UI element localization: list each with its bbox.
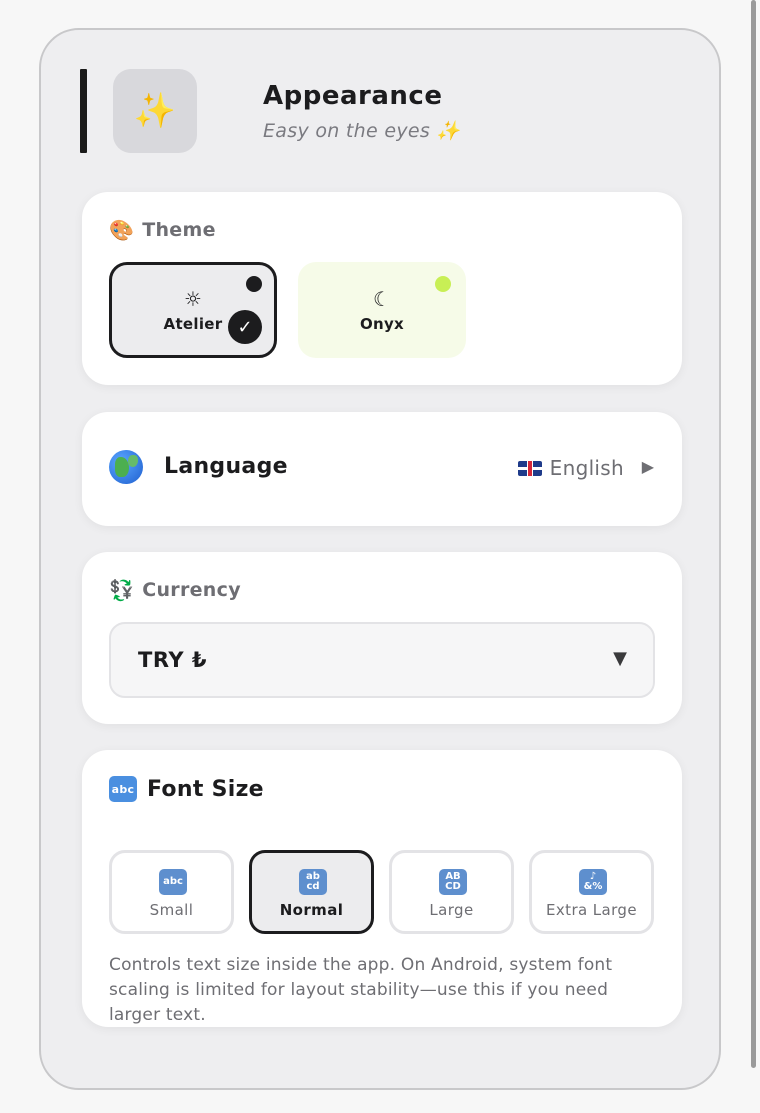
uk-flag-icon	[517, 460, 542, 476]
sparkles-icon: ✨	[113, 69, 197, 153]
theme-option-atelier[interactable]: ☼ Atelier ✓	[109, 262, 277, 358]
abc-icon: abc	[159, 869, 187, 895]
theme-name: Onyx	[359, 315, 405, 333]
currency-exchange-icon: 💱	[109, 578, 135, 602]
section-header: ✨ Appearance Easy on the eyes ✨	[80, 69, 680, 159]
symbols-icon: ♪ &%	[579, 869, 607, 895]
page-title: Appearance	[263, 81, 443, 111]
font-size-option-normal[interactable]: ab cd Normal	[249, 850, 374, 934]
font-size-option-extra-large[interactable]: ♪ &% Extra Large	[529, 850, 654, 934]
theme-label-text: Theme	[142, 219, 216, 241]
checkmark-icon: ✓	[228, 310, 262, 344]
font-size-option-label: Extra Large	[546, 901, 637, 919]
currency-card: 💱 Currency TRY ₺ ▼	[82, 552, 682, 724]
font-size-label: abc Font Size	[109, 776, 264, 802]
language-row[interactable]: Language English ▶	[82, 412, 682, 526]
palette-icon: 🎨	[109, 218, 135, 242]
language-value-text: English	[549, 456, 624, 480]
chevron-down-icon: ▼	[613, 648, 627, 669]
currency-select[interactable]: TRY ₺ ▼	[109, 622, 655, 698]
accent-bar	[80, 69, 87, 153]
language-value: English	[517, 456, 624, 480]
currency-value: TRY ₺	[138, 648, 207, 672]
language-label: Language	[164, 454, 288, 479]
settings-page: ✨ Appearance Easy on the eyes ✨ 🎨 Theme …	[0, 0, 760, 1113]
theme-option-onyx[interactable]: ☾ Onyx	[298, 262, 466, 358]
currency-label: 💱 Currency	[109, 578, 241, 602]
theme-card: 🎨 Theme ☼ Atelier ✓ ☾ Onyx	[82, 192, 682, 385]
font-size-help-text: Controls text size inside the app. On An…	[109, 955, 613, 1025]
font-size-option-small[interactable]: abc Small	[109, 850, 234, 934]
font-size-card: abc Font Size abc Small ab cd Normal AB …	[82, 750, 682, 1027]
globe-icon	[109, 450, 143, 484]
capital-abcd-icon: AB CD	[439, 869, 467, 895]
moon-icon: ☾	[373, 287, 391, 311]
page-subtitle: Easy on the eyes ✨	[263, 120, 461, 142]
chevron-right-icon: ▶	[641, 457, 654, 476]
appearance-panel: ✨ Appearance Easy on the eyes ✨ 🎨 Theme …	[39, 28, 721, 1090]
abc-icon: abc	[109, 776, 137, 802]
font-size-option-large[interactable]: AB CD Large	[389, 850, 514, 934]
font-size-option-label: Large	[429, 901, 474, 919]
theme-label: 🎨 Theme	[109, 218, 216, 242]
font-size-option-label: Normal	[279, 901, 344, 919]
abcd-icon: ab cd	[299, 869, 327, 895]
font-size-label-text: Font Size	[147, 776, 264, 802]
scrollbar[interactable]	[751, 0, 756, 1068]
font-size-option-label: Small	[149, 901, 194, 919]
currency-label-text: Currency	[142, 579, 241, 601]
sun-icon: ☼	[184, 287, 202, 311]
